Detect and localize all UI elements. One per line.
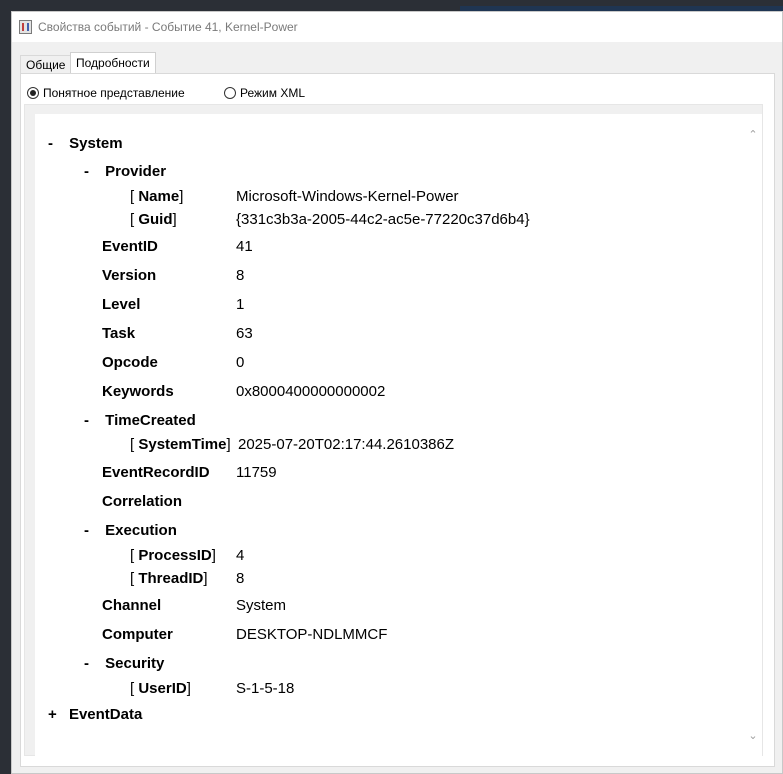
tree-node-eventdata[interactable]: + EventData (48, 706, 142, 723)
node-label: Security (105, 655, 165, 672)
provider-name-attr: [ Name] (130, 188, 184, 205)
tree-node-security[interactable]: - Security (84, 655, 164, 672)
field-label-keywords: Keywords (102, 383, 174, 400)
collapse-toggle[interactable]: - (84, 412, 89, 429)
radio-unselected-icon (224, 86, 236, 99)
chevron-down-icon[interactable]: ⌄ (746, 729, 760, 742)
tree-node-system[interactable]: - System (48, 135, 123, 152)
threadid-attr: [ ThreadID] (130, 570, 208, 587)
field-label-computer: Computer (102, 626, 173, 643)
provider-guid-value: {331c3b3a-2005-44c2-ac5e-77220c37d6b4} (236, 211, 530, 228)
xml-view-radio[interactable]: Режим XML (224, 85, 305, 100)
tree-node-execution[interactable]: - Execution (84, 522, 177, 539)
field-label-channel: Channel (102, 597, 162, 614)
field-label-eventrecordid: EventRecordID (102, 464, 210, 481)
field-value-eventid: 41 (236, 238, 253, 255)
attr-key: UserID (138, 680, 187, 697)
tree-node-timecreated[interactable]: - TimeCreated (84, 412, 196, 429)
field-value-eventrecordid: 11759 (236, 464, 277, 481)
attr-key: Guid (138, 211, 173, 228)
field-label-level: Level (102, 296, 141, 313)
processid-value: 4 (236, 547, 245, 564)
attr-key: ProcessID (138, 547, 212, 564)
attr-key: SystemTime (138, 436, 227, 453)
field-value-task: 63 (236, 325, 253, 342)
tree-node-provider[interactable]: - Provider (84, 163, 166, 180)
field-value-level: 1 (236, 296, 245, 313)
systemtime-attr: [ SystemTime] (130, 436, 231, 453)
friendly-view-radio[interactable]: Понятное представление (27, 85, 185, 100)
field-label-eventid: EventID (102, 238, 158, 255)
event-details-tree[interactable]: ⌃ - System - Provider [ Name] Microsoft-… (35, 114, 762, 756)
friendly-view-label: Понятное представление (43, 85, 185, 100)
attr-key: ThreadID (138, 570, 204, 587)
title-bar[interactable]: Свойства событий - Событие 41, Kernel-Po… (12, 12, 782, 42)
event-viewer-icon (19, 20, 32, 34)
field-label-version: Version (102, 267, 157, 284)
attr-key: Name (138, 188, 180, 205)
field-value-channel: System (236, 597, 287, 614)
collapse-toggle[interactable]: - (84, 655, 89, 672)
field-label-correlation: Correlation (102, 493, 183, 510)
window-title: Свойства событий - Событие 41, Kernel-Po… (38, 20, 298, 34)
node-label: System (69, 135, 123, 152)
systemtime-value: 2025-07-20T02:17:44.2610386Z (238, 436, 455, 453)
processid-attr: [ ProcessID] (130, 547, 216, 564)
field-value-computer: DESKTOP-NDLMMCF (236, 626, 388, 643)
xml-view-label: Режим XML (240, 85, 306, 100)
field-value-keywords: 0x8000400000000002 (236, 383, 386, 400)
tab-details[interactable]: Подробности (70, 52, 156, 75)
userid-value: S-1-5-18 (236, 680, 295, 697)
collapse-toggle[interactable]: - (84, 163, 89, 180)
radio-selected-icon (27, 86, 39, 99)
expand-toggle[interactable]: + (48, 706, 57, 723)
provider-guid-attr: [ Guid] (130, 211, 177, 228)
userid-attr: [ UserID] (130, 680, 191, 697)
chevron-up-icon[interactable]: ⌃ (746, 128, 760, 141)
collapse-toggle[interactable]: - (48, 135, 53, 152)
node-label: TimeCreated (105, 412, 196, 429)
provider-name-value: Microsoft-Windows-Kernel-Power (236, 188, 459, 205)
threadid-value: 8 (236, 570, 245, 587)
field-value-version: 8 (236, 267, 245, 284)
field-label-task: Task (102, 325, 136, 342)
field-value-opcode: 0 (236, 354, 245, 371)
node-label: Execution (105, 522, 177, 539)
collapse-toggle[interactable]: - (84, 522, 89, 539)
node-label: EventData (68, 706, 143, 723)
node-label: Provider (105, 163, 167, 180)
field-label-opcode: Opcode (102, 354, 158, 371)
tab-general[interactable]: Общие (20, 55, 72, 75)
